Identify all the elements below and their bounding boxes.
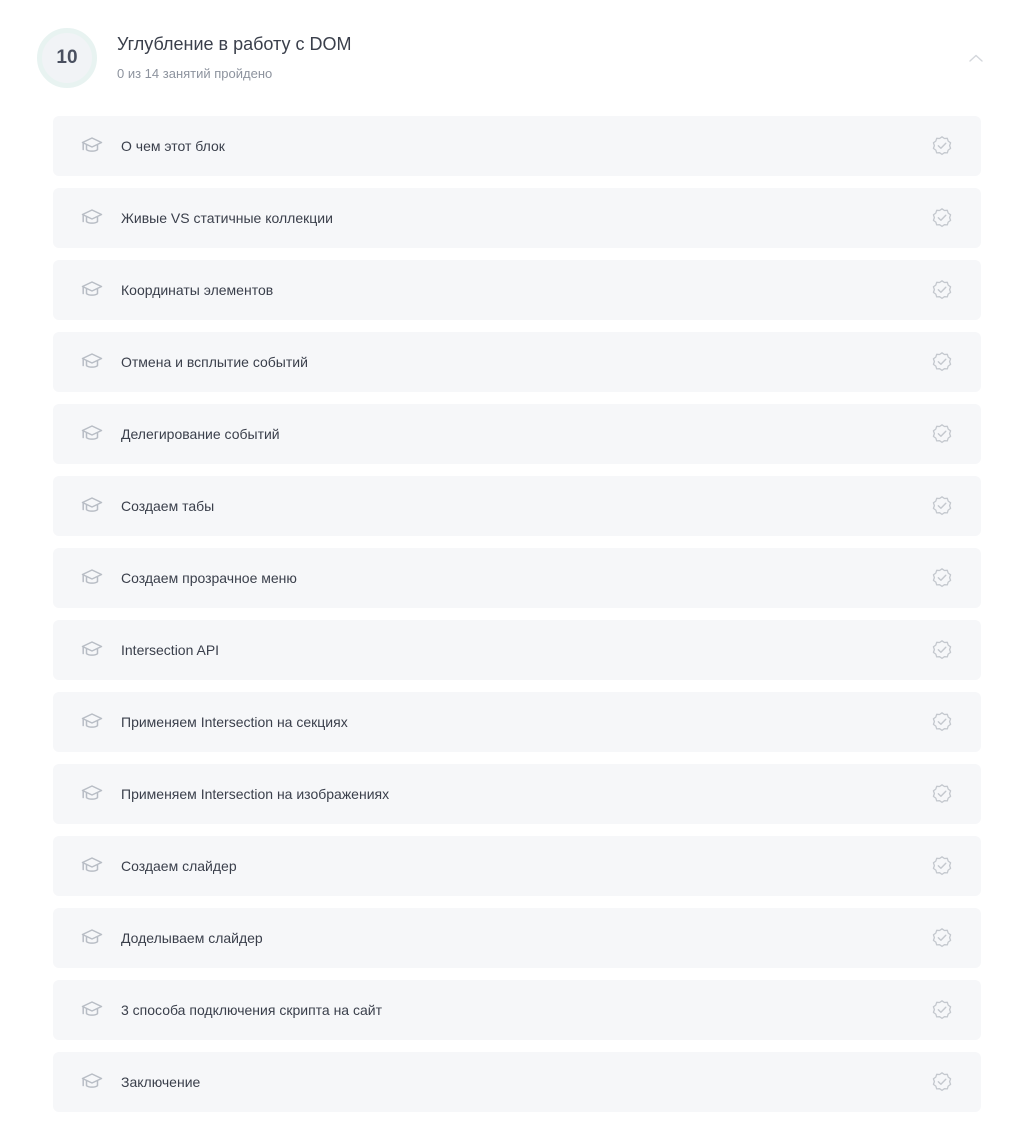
lesson-title: Координаты элементов [121,282,274,298]
badge-check-icon [931,423,953,445]
lesson-title: О чем этот блок [121,138,225,154]
lesson-item[interactable]: Создаем слайдер [53,836,981,896]
lesson-title: Создаем слайдер [121,858,237,874]
lesson-item[interactable]: Применяем Intersection на изображениях [53,764,981,824]
badge-check-icon [931,927,953,949]
badge-check-icon [931,855,953,877]
badge-check-icon [931,207,953,229]
lesson-item[interactable]: Делегирование событий [53,404,981,464]
lesson-title: 3 способа подключения скрипта на сайт [121,1002,383,1018]
graduation-cap-icon [80,278,104,302]
lesson-list: О чем этот блок Живые VS статичные коллек… [53,116,981,1124]
badge-check-icon [931,783,953,805]
graduation-cap-icon [80,494,104,518]
badge-check-icon [931,279,953,301]
lesson-item[interactable]: 3 способа подключения скрипта на сайт [53,980,981,1040]
chevron-up-icon [969,54,983,62]
badge-check-icon [931,135,953,157]
lesson-title: Живые VS статичные коллекции [121,210,333,226]
lesson-item[interactable]: Заключение [53,1052,981,1112]
graduation-cap-icon [80,782,104,806]
module-title: Углубление в работу с DOM [117,34,352,54]
lesson-title: Создаем прозрачное меню [121,570,297,586]
lesson-item[interactable]: Координаты элементов [53,260,981,320]
lesson-title: Заключение [121,1074,201,1090]
lesson-title: Делегирование событий [121,426,280,442]
badge-check-icon [931,1071,953,1093]
graduation-cap-icon [80,566,104,590]
module-progress-text: 0 из 14 занятий пройдено [117,66,273,81]
lesson-title: Доделываем слайдер [121,930,263,946]
lesson-item[interactable]: Живые VS статичные коллекции [53,188,981,248]
lesson-item[interactable]: Применяем Intersection на секциях [53,692,981,752]
badge-check-icon [931,711,953,733]
badge-check-icon [931,639,953,661]
lesson-title: Intersection API [121,642,220,658]
collapse-toggle-button[interactable] [964,48,988,68]
badge-check-icon [931,495,953,517]
graduation-cap-icon [80,134,104,158]
graduation-cap-icon [80,854,104,878]
lesson-item[interactable]: Создаем табы [53,476,981,536]
lesson-title: Применяем Intersection на изображениях [121,786,390,802]
lesson-title: Отмена и всплытие событий [121,354,308,370]
graduation-cap-icon [80,206,104,230]
course-module: 10 Углубление в работу с DOM 0 из 14 зан… [0,0,1018,1138]
badge-check-icon [931,351,953,373]
graduation-cap-icon [80,1070,104,1094]
graduation-cap-icon [80,350,104,374]
lesson-item[interactable]: Создаем прозрачное меню [53,548,981,608]
graduation-cap-icon [80,998,104,1022]
lesson-item[interactable]: О чем этот блок [53,116,981,176]
lesson-item[interactable]: Отмена и всплытие событий [53,332,981,392]
module-header[interactable]: 10 Углубление в работу с DOM 0 из 14 зан… [0,0,1018,110]
graduation-cap-icon [80,638,104,662]
badge-check-icon [931,567,953,589]
graduation-cap-icon [80,422,104,446]
module-number-badge: 10 [37,28,97,88]
graduation-cap-icon [80,926,104,950]
lesson-item[interactable]: Intersection API [53,620,981,680]
graduation-cap-icon [80,710,104,734]
badge-check-icon [931,999,953,1021]
lesson-item[interactable]: Доделываем слайдер [53,908,981,968]
lesson-title: Создаем табы [121,498,215,514]
lesson-title: Применяем Intersection на секциях [121,714,348,730]
